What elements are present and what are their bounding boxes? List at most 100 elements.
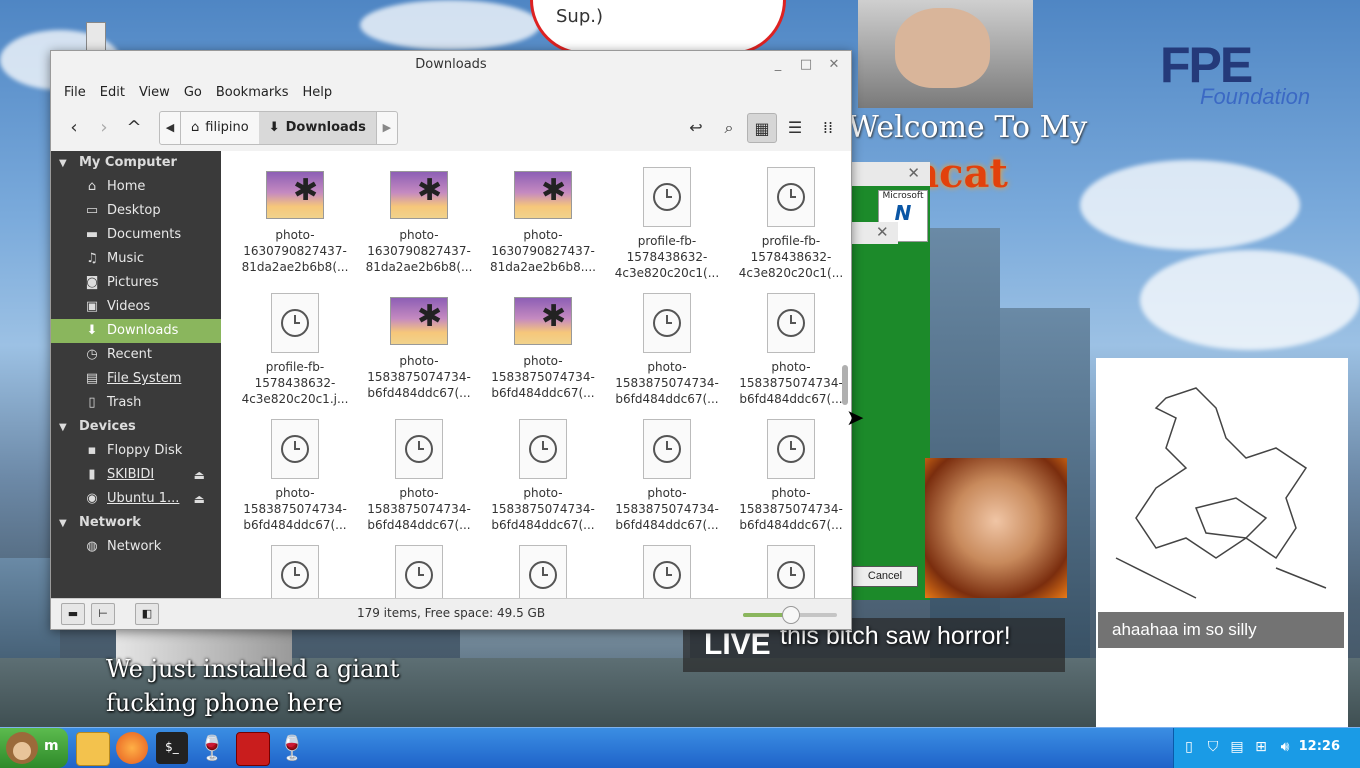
sidebar-section-devices[interactable]: ▼ Devices bbox=[51, 415, 221, 439]
menu-bookmarks[interactable]: Bookmarks bbox=[209, 85, 296, 100]
file-item[interactable]: ✱ photo- 1583875074734- b6fd484ddc67(... bbox=[357, 285, 481, 411]
sidebar-item-skibidi[interactable]: ▮ SKIBIDI ⏏ bbox=[51, 463, 221, 487]
taskbar-app-wine[interactable]: 🍷 bbox=[196, 732, 228, 764]
sidebar-item-desktop[interactable]: ▭ Desktop bbox=[51, 199, 221, 223]
search-button[interactable]: ⌕ bbox=[714, 113, 744, 143]
zoom-slider-knob[interactable] bbox=[782, 606, 800, 624]
sidebar-item-network[interactable]: ◍ Network bbox=[51, 535, 221, 559]
list-view-button[interactable]: ☰ bbox=[780, 113, 810, 143]
updates-icon[interactable]: ▤ bbox=[1228, 739, 1246, 755]
file-manager-window[interactable]: Downloads _ □ ✕ File Edit View Go Bookma… bbox=[50, 50, 852, 630]
file-item[interactable] bbox=[233, 537, 357, 599]
file-item[interactable]: profile-fb- 1578438632- 4c3e820c20c1(... bbox=[729, 159, 851, 285]
file-item[interactable]: ✱ photo- 1630790827437- 81da2ae2b6b8.... bbox=[481, 159, 605, 285]
sidebar-section-network[interactable]: ▼ Network bbox=[51, 511, 221, 535]
menu-view[interactable]: View bbox=[132, 85, 177, 100]
network-icon[interactable]: ⊞ bbox=[1252, 739, 1270, 755]
minimize-button[interactable]: _ bbox=[765, 51, 791, 79]
taskbar-app-terminal[interactable]: $_ bbox=[156, 732, 188, 764]
maximize-button[interactable]: □ bbox=[793, 51, 819, 79]
sidebar-item-trash[interactable]: ▯ Trash bbox=[51, 391, 221, 415]
menu-go[interactable]: Go bbox=[177, 85, 209, 100]
file-item[interactable]: ✱ photo- 1630790827437- 81da2ae2b6b8(... bbox=[357, 159, 481, 285]
background-dialog-2-titlebar[interactable] bbox=[848, 222, 898, 244]
start-button[interactable]: m bbox=[0, 728, 68, 768]
sidebar-item-home[interactable]: ⌂ Home bbox=[51, 175, 221, 199]
taskbar-app-floppy[interactable] bbox=[236, 732, 270, 766]
menu-file[interactable]: File bbox=[57, 85, 93, 100]
file-name-line: profile-fb- bbox=[637, 234, 697, 248]
background-dialog-titlebar[interactable]: ✕ bbox=[848, 162, 930, 186]
file-view[interactable]: ✱ photo- 1630790827437- 81da2ae2b6b8(... ✱ ph… bbox=[221, 151, 851, 599]
clock-icon bbox=[777, 561, 805, 589]
cloud bbox=[1140, 250, 1360, 350]
eject-icon[interactable]: ⏏ bbox=[194, 487, 205, 511]
file-item[interactable]: photo- 1583875074734- b6fd484ddc67(... bbox=[729, 285, 851, 411]
file-item[interactable]: photo- 1583875074734- b6fd484ddc67(... bbox=[605, 411, 729, 537]
vertical-scrollbar[interactable] bbox=[839, 151, 851, 599]
file-item[interactable]: profile-fb- 1578438632- 4c3e820c20c1.j... bbox=[233, 285, 357, 411]
close-icon[interactable]: ✕ bbox=[876, 223, 889, 241]
pending-file-icon bbox=[519, 545, 567, 599]
cancel-button[interactable]: Cancel bbox=[852, 566, 918, 587]
volume-icon[interactable]: 🔊︎ bbox=[1276, 739, 1294, 755]
icon-view-button[interactable]: ▦ bbox=[747, 113, 777, 143]
sidebar-item-music[interactable]: ♫ Music bbox=[51, 247, 221, 271]
sidebar-item-downloads[interactable]: ⬇ Downloads bbox=[51, 319, 221, 343]
home-icon: ⌂ bbox=[87, 179, 97, 194]
breadcrumb-scroll-left[interactable]: ◀ bbox=[160, 112, 181, 144]
sidebar-item-label: Pictures bbox=[107, 275, 159, 290]
shield-icon[interactable]: ⛉ bbox=[1204, 739, 1222, 755]
window-titlebar[interactable]: Downloads _ □ ✕ bbox=[51, 51, 851, 79]
recent-icon: ◷ bbox=[86, 347, 98, 362]
file-item[interactable] bbox=[605, 537, 729, 599]
sidebar-item-pictures[interactable]: ◙ Pictures bbox=[51, 271, 221, 295]
menu-edit[interactable]: Edit bbox=[93, 85, 132, 100]
compact-list-icon: ⁞⁞ bbox=[822, 118, 834, 137]
clipboard-icon[interactable]: ▯ bbox=[1180, 739, 1198, 755]
file-item[interactable]: photo- 1583875074734- b6fd484ddc67(... bbox=[357, 411, 481, 537]
network-icon: ◍ bbox=[86, 539, 98, 554]
taskbar-app-wine-2[interactable]: 🍷 bbox=[276, 732, 308, 764]
file-item[interactable] bbox=[357, 537, 481, 599]
sidebar-item-videos[interactable]: ▣ Videos bbox=[51, 295, 221, 319]
file-item[interactable]: photo- 1583875074734- b6fd484ddc67(... bbox=[605, 285, 729, 411]
file-item[interactable]: photo- 1583875074734- b6fd484ddc67(... bbox=[729, 411, 851, 537]
toggle-location-button[interactable]: ↩ bbox=[681, 113, 711, 143]
breadcrumb-filipino[interactable]: ⌂ filipino bbox=[181, 112, 259, 144]
pending-file-icon bbox=[767, 167, 815, 227]
sidebar-item-floppy-disk[interactable]: ▪ Floppy Disk bbox=[51, 439, 221, 463]
file-item[interactable]: photo- 1583875074734- b6fd484ddc67(... bbox=[481, 411, 605, 537]
compact-view-button[interactable]: ⁞⁞ bbox=[813, 113, 843, 143]
usb-drive-icon[interactable] bbox=[86, 22, 106, 52]
sidebar-item-file-system[interactable]: ▤ File System bbox=[51, 367, 221, 391]
file-item[interactable] bbox=[729, 537, 851, 599]
sidebar-item-recent[interactable]: ◷ Recent bbox=[51, 343, 221, 367]
scrollbar-thumb[interactable] bbox=[842, 365, 848, 405]
clock-icon bbox=[777, 435, 805, 463]
forward-button[interactable]: › bbox=[89, 113, 119, 143]
file-item[interactable]: ✱ photo- 1630790827437- 81da2ae2b6b8(... bbox=[233, 159, 357, 285]
breadcrumb-scroll-right[interactable]: ▶ bbox=[375, 112, 397, 144]
wine-icon: 🍷 bbox=[197, 734, 227, 762]
up-button[interactable]: ^ bbox=[119, 113, 149, 143]
clock[interactable]: 12:26 bbox=[1299, 739, 1340, 754]
file-item[interactable]: profile-fb- 1578438632- 4c3e820c20c1(... bbox=[605, 159, 729, 285]
close-icon[interactable]: ✕ bbox=[907, 164, 920, 182]
file-item[interactable] bbox=[481, 537, 605, 599]
breadcrumb-downloads[interactable]: ⬇ Downloads bbox=[258, 112, 376, 144]
zoom-slider[interactable] bbox=[743, 606, 837, 624]
sidebar-item-documents[interactable]: ▬ Documents bbox=[51, 223, 221, 247]
eject-icon[interactable]: ⏏ bbox=[194, 463, 205, 487]
chevron-left-icon: ‹ bbox=[70, 117, 78, 138]
file-item[interactable]: ✱ photo- 1583875074734- b6fd484ddc67(... bbox=[481, 285, 605, 411]
menu-help[interactable]: Help bbox=[295, 85, 339, 100]
close-button[interactable]: ✕ bbox=[821, 51, 847, 79]
sidebar-item-ubuntu[interactable]: ◉ Ubuntu 1... ⏏ bbox=[51, 487, 221, 511]
taskbar-app-files[interactable] bbox=[76, 732, 110, 766]
taskbar-app-firefox[interactable] bbox=[116, 732, 148, 764]
disc-icon: ◉ bbox=[86, 491, 98, 506]
file-item[interactable]: photo- 1583875074734- b6fd484ddc67(... bbox=[233, 411, 357, 537]
sidebar-section-my-computer[interactable]: ▼ My Computer bbox=[51, 151, 221, 175]
back-button[interactable]: ‹ bbox=[59, 113, 89, 143]
